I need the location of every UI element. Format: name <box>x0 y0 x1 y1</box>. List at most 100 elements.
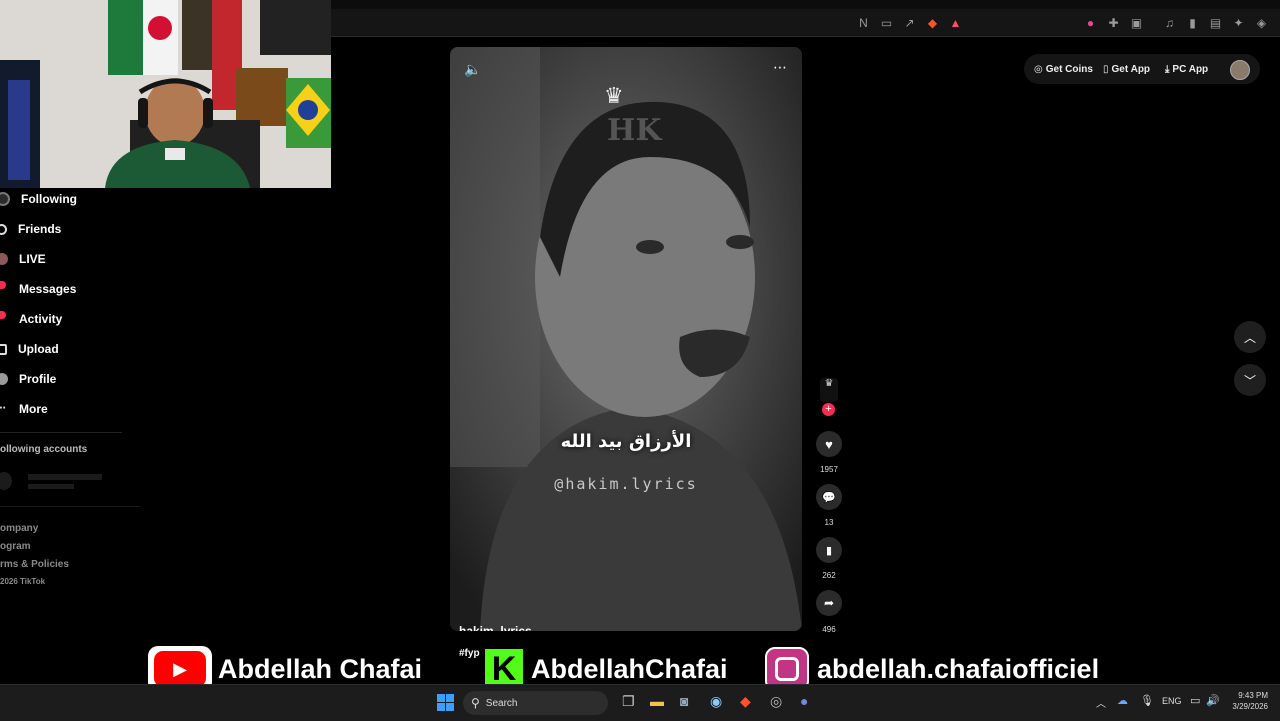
leo-ai-icon[interactable]: ✦ <box>1231 16 1246 31</box>
save-button[interactable]: ▮ <box>816 537 842 563</box>
volume-icon[interactable]: 🔈 <box>464 61 481 78</box>
video-hashtags[interactable]: #fyp <box>459 648 480 659</box>
brave-rewards-icon[interactable]: ▲ <box>948 16 963 31</box>
comment-count: 13 <box>824 518 834 527</box>
taskbar-search[interactable]: ⚲ Search <box>463 691 608 715</box>
play-icon: ▶ <box>154 651 206 687</box>
sidebar-item-activity[interactable]: Activity <box>0 308 62 330</box>
camera-app-icon[interactable]: ◙ <box>680 693 688 709</box>
divider <box>0 506 140 507</box>
date-label: 3/29/2026 <box>1232 702 1268 711</box>
sidebar-item-live[interactable]: LIVE <box>0 248 46 270</box>
chevron-up-icon: ︿ <box>1243 330 1256 345</box>
webcam-overlay <box>0 0 331 188</box>
taskbar: ⚲ Search ❐ ▬ ◙ ◉ ◆ ◎ ● ︿ ☁ 🎙 ENG ▭ 🔊 9:4… <box>0 684 1280 721</box>
footer-link-company[interactable]: ompany <box>0 523 38 534</box>
share-arrow-icon: ➦ <box>823 596 835 610</box>
hk-logo: HK <box>607 113 662 148</box>
sidebar-item-label: LIVE <box>19 252 46 266</box>
divider <box>0 432 122 433</box>
extensions-icon[interactable]: ✚ <box>1106 16 1121 31</box>
network-icon[interactable]: ▭ <box>1190 694 1200 707</box>
file-explorer-icon[interactable]: ▬ <box>650 693 664 709</box>
account-avatar-placeholder <box>0 472 12 490</box>
heart-icon: ♥ <box>825 436 833 452</box>
instagram-handle: abdellah.chafaiofficiel <box>817 653 1100 684</box>
browser-toolbar: N ▭ ↗ ◆ ▲ ● ✚ ▣ ♫ ▮ ▤ ✦ ◈ ≡ <box>331 0 1280 37</box>
sidebar-item-label: Messages <box>19 282 77 296</box>
more-options-icon[interactable]: ⋯ <box>773 59 788 76</box>
clock[interactable]: 9:43 PM 3/29/2026 <box>1226 690 1268 712</box>
video-player[interactable]: 🔈 ⋯ ♛ HK الأرزاق بيد الله @hakim.lyrics … <box>450 47 802 631</box>
video-author[interactable]: hakim_lyrics <box>459 624 532 631</box>
notification-badge <box>0 311 6 319</box>
get-coins-button[interactable]: ◎ Get Coins <box>1034 58 1093 80</box>
account-skeleton-line <box>28 474 102 480</box>
share-button[interactable]: ➦ <box>816 590 842 616</box>
sidebar-item-label: Following <box>21 192 77 206</box>
sidebar-item-label: Activity <box>19 312 63 326</box>
reader-icon[interactable]: N <box>856 16 871 31</box>
sidebar-item-messages[interactable]: Messages <box>0 278 76 300</box>
sidebar-item-profile[interactable]: Profile <box>0 368 56 390</box>
sidebar-item-label: More <box>19 402 48 416</box>
video-caption-arabic: الأرزاق بيد الله <box>560 431 692 452</box>
previous-video-button[interactable]: ︿ <box>1234 321 1266 353</box>
search-icon: ⚲ <box>471 696 480 710</box>
next-video-button[interactable]: ﹀ <box>1234 364 1266 396</box>
phone-icon: ▯ <box>1103 63 1109 75</box>
wallet-icon[interactable]: ▤ <box>1208 16 1223 31</box>
get-app-label: Get App <box>1111 63 1151 75</box>
sidebar-item-label: Friends <box>18 222 62 236</box>
discord-icon[interactable]: ● <box>800 693 808 709</box>
sidebar-icon[interactable]: ▮ <box>1185 16 1200 31</box>
footer-link-terms[interactable]: rms & Policies <box>0 559 69 570</box>
pc-app-button[interactable]: ⤓ PC App <box>1165 58 1208 80</box>
translate-icon[interactable]: ▣ <box>1129 16 1144 31</box>
live-icon <box>0 253 8 265</box>
media-icon[interactable]: ♫ <box>1162 16 1177 31</box>
windows-start-icon[interactable] <box>437 694 454 711</box>
like-count: 1957 <box>820 465 838 474</box>
cast-icon[interactable]: ▭ <box>879 16 894 31</box>
sidebar-item-upload[interactable]: Upload <box>0 338 59 360</box>
extension-badge-icon[interactable]: ● <box>1083 16 1098 31</box>
chevron-down-icon: ﹀ <box>1243 373 1256 388</box>
share-icon[interactable]: ↗ <box>902 16 917 31</box>
comment-button[interactable]: 💬 <box>816 484 842 510</box>
brave-browser-icon[interactable]: ◆ <box>740 693 751 710</box>
account-skeleton-line <box>28 484 74 489</box>
creator-avatar[interactable]: ♛ <box>820 378 838 402</box>
task-view-icon[interactable]: ❐ <box>622 693 635 710</box>
steam-icon[interactable]: ◉ <box>710 693 722 710</box>
tray-chevron-icon[interactable]: ︿ <box>1096 695 1106 710</box>
microphone-icon[interactable]: 🎙 <box>1140 694 1154 707</box>
volume-tray-icon[interactable]: 🔊 <box>1206 694 1220 707</box>
user-avatar[interactable] <box>1230 60 1250 80</box>
onedrive-icon[interactable]: ☁ <box>1117 694 1128 707</box>
crown-icon: ♛ <box>824 378 834 389</box>
sidebar-item-following[interactable]: Following <box>0 188 77 210</box>
activity-icon <box>0 311 8 325</box>
like-button[interactable]: ♥ <box>816 431 842 457</box>
camera-icon <box>775 657 799 681</box>
sidebar-item-label: Profile <box>19 372 57 386</box>
sidebar-item-friends[interactable]: Friends <box>0 218 61 240</box>
sidebar: Following Friends LIVE Messages Activity… <box>0 188 150 628</box>
comment-icon: 💬 <box>822 491 836 504</box>
brave-shield-icon[interactable]: ◆ <box>925 16 940 31</box>
time-label: 9:43 PM <box>1238 691 1268 700</box>
get-app-button[interactable]: ▯ Get App <box>1103 58 1150 80</box>
crown-icon: ♛ <box>604 83 624 108</box>
pc-app-label: PC App <box>1172 63 1209 75</box>
tab-strip <box>331 0 1280 9</box>
vpn-icon[interactable]: ◈ <box>1254 16 1269 31</box>
follow-plus-icon[interactable]: + <box>822 403 835 416</box>
obs-icon[interactable]: ◎ <box>770 693 782 710</box>
messages-icon <box>0 281 8 295</box>
profile-icon <box>0 373 8 385</box>
footer-link-program[interactable]: ogram <box>0 541 31 552</box>
language-indicator[interactable]: ENG <box>1162 696 1182 706</box>
sidebar-item-more[interactable]: ⋯ More <box>0 398 48 420</box>
save-count: 262 <box>822 571 836 580</box>
